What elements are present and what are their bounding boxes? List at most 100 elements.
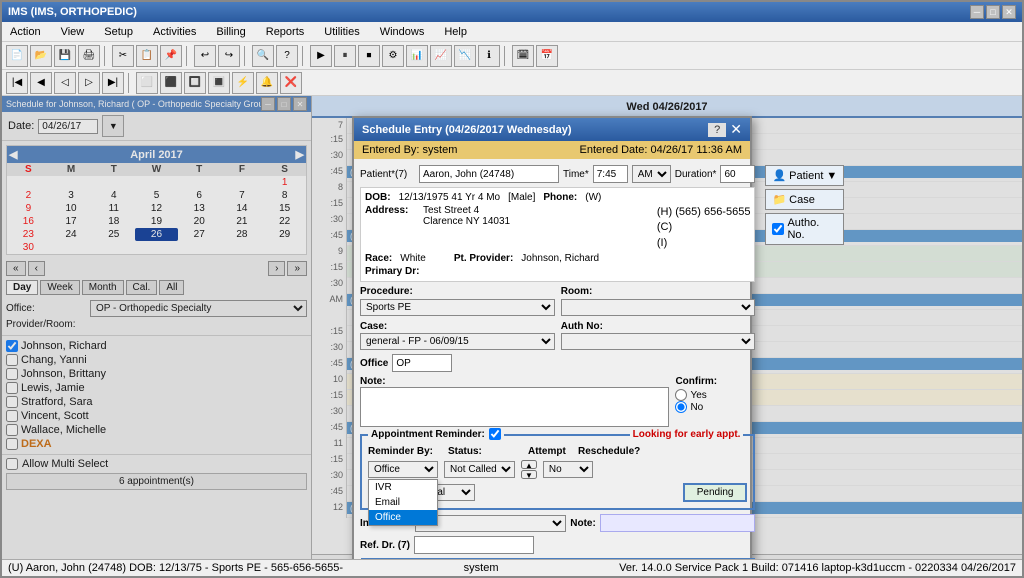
phone-label: Phone: bbox=[543, 192, 577, 203]
pt-provider-value: Johnson, Richard bbox=[521, 253, 599, 264]
tb3[interactable]: ⏹ bbox=[358, 45, 380, 67]
redo-btn[interactable]: ↪ bbox=[218, 45, 240, 67]
dd-email[interactable]: Email bbox=[369, 495, 437, 510]
note2-input[interactable] bbox=[600, 514, 756, 532]
copy-btn[interactable]: 📋 bbox=[136, 45, 158, 67]
race-value: White bbox=[400, 253, 426, 264]
menu-activities[interactable]: Activities bbox=[149, 25, 200, 39]
time-field-label: Time* bbox=[563, 169, 589, 180]
save-btn[interactable]: 💾 bbox=[54, 45, 76, 67]
patient-input[interactable] bbox=[419, 165, 559, 183]
tb8[interactable]: ℹ bbox=[478, 45, 500, 67]
reminder-headers: Reminder By: Status: Attempt Reschedule? bbox=[368, 446, 747, 457]
tb12[interactable]: ⬛ bbox=[160, 72, 182, 94]
room-label: Room: bbox=[561, 286, 756, 297]
new-btn[interactable]: 📄 bbox=[6, 45, 28, 67]
tb13[interactable]: 🔲 bbox=[184, 72, 206, 94]
primary-dr-row: Primary Dr: bbox=[365, 266, 750, 277]
reschedule-select[interactable]: No Yes bbox=[543, 461, 593, 478]
tb16[interactable]: 🔔 bbox=[256, 72, 278, 94]
app-title: IMS (IMS, ORTHOPEDIC) bbox=[8, 6, 137, 18]
ins-col-copay: Copay bbox=[672, 558, 716, 559]
nav-prev2[interactable]: ◁ bbox=[54, 72, 76, 94]
undo-btn[interactable]: ↩ bbox=[194, 45, 216, 67]
dd-ivr[interactable]: IVR bbox=[369, 480, 437, 495]
case-select[interactable]: general - FP - 06/09/15 bbox=[360, 333, 555, 350]
tb14[interactable]: 🔳 bbox=[208, 72, 230, 94]
nav-last[interactable]: ▶| bbox=[102, 72, 124, 94]
menu-view[interactable]: View bbox=[57, 25, 89, 39]
minimize-btn[interactable]: ─ bbox=[970, 5, 984, 19]
reminder-by-select[interactable]: Office IVR Email bbox=[368, 461, 438, 478]
am-pm-select[interactable]: AM PM bbox=[632, 165, 671, 183]
confirm-yes-radio[interactable] bbox=[675, 389, 687, 401]
phone-details: (H) (565) 656-5655 (C) (I) bbox=[657, 205, 751, 251]
maximize-btn[interactable]: □ bbox=[986, 5, 1000, 19]
menu-windows[interactable]: Windows bbox=[376, 25, 429, 39]
appt-reminder-check[interactable] bbox=[489, 428, 501, 440]
print-btn[interactable]: 🖨 bbox=[78, 45, 100, 67]
toolbar-2: |◀ ◀ ◁ ▷ ▶| ⬜ ⬛ 🔲 🔳 ⚡ 🔔 ❌ bbox=[2, 70, 1022, 96]
tb11[interactable]: ⬜ bbox=[136, 72, 158, 94]
tb10[interactable]: 📅 bbox=[536, 45, 558, 67]
paste-btn[interactable]: 📌 bbox=[160, 45, 182, 67]
attempt-down-btn[interactable]: ▼ bbox=[521, 470, 537, 479]
find-btn[interactable]: 🔍 bbox=[252, 45, 274, 67]
tb9[interactable]: 🗓 bbox=[512, 45, 534, 67]
close-btn[interactable]: ✕ bbox=[1002, 5, 1016, 19]
pending-btn[interactable]: Pending bbox=[683, 483, 748, 502]
duration-input[interactable] bbox=[720, 165, 755, 183]
tb7[interactable]: 📉 bbox=[454, 45, 476, 67]
dob-value: 12/13/1975 41 Yr 4 Mo bbox=[399, 192, 501, 203]
attempt-up-btn[interactable]: ▲ bbox=[521, 460, 537, 469]
note-label: Note: bbox=[360, 376, 669, 387]
dob-label: DOB: bbox=[365, 192, 391, 203]
auth-no-select[interactable] bbox=[561, 333, 756, 350]
case-btn[interactable]: 📁 Case bbox=[765, 189, 844, 210]
insurance-table: Pt. Insurance(s) ID Priority Copay Start… bbox=[360, 558, 755, 559]
menu-setup[interactable]: Setup bbox=[100, 25, 137, 39]
auth-col: Auth No: bbox=[561, 320, 756, 350]
menu-action[interactable]: Action bbox=[6, 25, 45, 39]
note-confirm-row: Note: Confirm: Yes bbox=[360, 376, 755, 430]
time-input[interactable] bbox=[593, 165, 628, 183]
tb2[interactable]: ⏸ bbox=[334, 45, 356, 67]
dialog-close-btn[interactable]: ✕ bbox=[730, 121, 742, 138]
tb6[interactable]: 📈 bbox=[430, 45, 452, 67]
nav-next[interactable]: ▷ bbox=[78, 72, 100, 94]
note-textarea[interactable] bbox=[360, 387, 669, 427]
ref-dr-input[interactable] bbox=[414, 536, 534, 554]
confirm-no-radio[interactable] bbox=[675, 401, 687, 413]
patient-field-label: Patient*(7) bbox=[360, 169, 415, 180]
room-select[interactable] bbox=[561, 299, 756, 316]
nav-first[interactable]: |◀ bbox=[6, 72, 28, 94]
tb4[interactable]: ⚙ bbox=[382, 45, 404, 67]
ins-col-priority: Priority bbox=[622, 558, 672, 559]
menu-billing[interactable]: Billing bbox=[212, 25, 249, 39]
tb15[interactable]: ⚡ bbox=[232, 72, 254, 94]
nav-prev[interactable]: ◀ bbox=[30, 72, 52, 94]
confirm-no-row: No bbox=[675, 401, 755, 413]
patient-info-section: DOB: 12/13/1975 41 Yr 4 Mo [Male] Phone:… bbox=[360, 187, 755, 282]
status-header: Status: bbox=[448, 446, 518, 457]
menu-help[interactable]: Help bbox=[440, 25, 471, 39]
cut-btn[interactable]: ✂ bbox=[112, 45, 134, 67]
office-input[interactable] bbox=[392, 354, 452, 372]
open-btn[interactable]: 📂 bbox=[30, 45, 52, 67]
tb5[interactable]: 📊 bbox=[406, 45, 428, 67]
patient-btn[interactable]: 👤 Patient ▼ bbox=[765, 165, 844, 186]
status-select[interactable]: Not Called bbox=[444, 461, 515, 478]
help-btn2[interactable]: ? bbox=[276, 45, 298, 67]
autho-check[interactable] bbox=[772, 223, 784, 235]
procedure-select[interactable]: Sports PE bbox=[360, 299, 555, 316]
menu-utilities[interactable]: Utilities bbox=[320, 25, 363, 39]
menu-reports[interactable]: Reports bbox=[262, 25, 309, 39]
tb1[interactable]: ▶ bbox=[310, 45, 332, 67]
dd-office[interactable]: Office bbox=[369, 510, 437, 525]
dialog-right-panel: 👤 Patient ▼ 📁 Case Autho. No. bbox=[761, 159, 848, 559]
autho-btn[interactable]: Autho. No. bbox=[765, 213, 844, 245]
dialog-help-btn[interactable]: ? bbox=[708, 123, 726, 137]
reminder-by-header: Reminder By: bbox=[368, 446, 438, 457]
phone-c: (C) bbox=[657, 220, 751, 235]
tb17[interactable]: ❌ bbox=[280, 72, 302, 94]
